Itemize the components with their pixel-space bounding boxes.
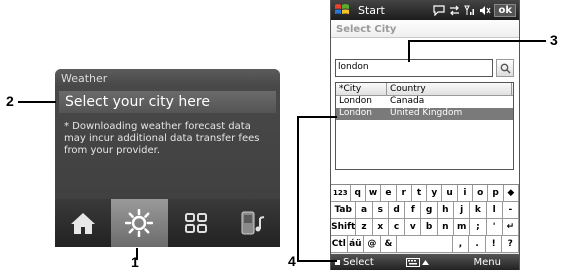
column-header-country[interactable]: Country xyxy=(387,83,512,95)
key-j[interactable]: j xyxy=(454,202,471,218)
key-q[interactable]: q xyxy=(350,185,366,201)
callout-line-4-horizontal-bottom xyxy=(297,260,337,262)
key-dash[interactable]: - xyxy=(502,202,520,218)
search-icon xyxy=(500,63,511,74)
key-x[interactable]: x xyxy=(372,219,389,235)
key-e[interactable]: e xyxy=(381,185,397,201)
key-n[interactable]: n xyxy=(437,219,454,235)
callout-line-3-horizontal xyxy=(408,40,546,42)
callout-3: 3 xyxy=(550,32,558,48)
bottom-tab-bar xyxy=(55,199,280,247)
windows-start-icon[interactable] xyxy=(334,3,350,17)
keyboard-row-3: Shift z x c v b n m ; ' ↵ xyxy=(331,219,520,236)
key-question[interactable]: ? xyxy=(502,236,519,252)
column-header-city[interactable]: *City xyxy=(336,83,387,95)
soft-keyboard: 123 q w e r t y u i o p ◆ Tab a s d f g … xyxy=(331,184,520,255)
key-w[interactable]: w xyxy=(365,185,382,201)
data-fee-note: * Downloading weather forecast data may … xyxy=(64,121,260,156)
search-button[interactable] xyxy=(496,59,514,77)
status-bar: Start ok xyxy=(331,0,519,20)
callout-line-2 xyxy=(18,101,56,103)
callout-line-4-horizontal-top xyxy=(297,116,337,118)
caret-up-icon xyxy=(422,259,430,265)
key-f[interactable]: f xyxy=(405,202,422,218)
key-v[interactable]: v xyxy=(405,219,422,235)
key-d[interactable]: d xyxy=(388,202,406,218)
tab-weather[interactable] xyxy=(111,199,168,247)
key-accents[interactable]: áü xyxy=(347,236,365,252)
signal-strength-icon[interactable] xyxy=(464,5,475,16)
volume-icon[interactable] xyxy=(479,5,491,16)
callout-line-4-vertical xyxy=(297,116,299,261)
key-space[interactable] xyxy=(397,236,453,252)
key-semicolon[interactable]: ; xyxy=(470,219,487,235)
phone-music-icon xyxy=(241,211,265,235)
ok-button[interactable]: ok xyxy=(494,3,516,17)
key-backspace[interactable]: ◆ xyxy=(503,185,520,201)
key-o[interactable]: o xyxy=(473,185,489,201)
weather-panel-header: Weather xyxy=(55,69,280,87)
key-p[interactable]: p xyxy=(488,185,504,201)
home-icon xyxy=(71,213,96,234)
select-softkey[interactable]: Select xyxy=(335,257,390,268)
tab-phone-music[interactable] xyxy=(224,199,280,247)
key-b[interactable]: b xyxy=(421,219,438,235)
callout-4: 4 xyxy=(287,253,297,269)
key-l[interactable]: l xyxy=(486,202,503,218)
key-period[interactable]: . xyxy=(469,236,486,252)
callout-line-3-vertical xyxy=(408,40,410,62)
key-enter[interactable]: ↵ xyxy=(502,219,520,235)
key-t[interactable]: t xyxy=(411,185,428,201)
city-search-input[interactable]: london xyxy=(335,59,493,77)
grid-icon xyxy=(184,213,207,233)
weather-sun-icon xyxy=(125,209,154,237)
page-title: Select City xyxy=(331,20,519,38)
key-at[interactable]: @ xyxy=(364,236,381,252)
keyboard-icon xyxy=(406,257,421,267)
start-label[interactable]: Start xyxy=(358,4,385,17)
tab-grid[interactable] xyxy=(168,199,224,247)
key-apostrophe[interactable]: ' xyxy=(486,219,503,235)
key-tab[interactable]: Tab xyxy=(331,202,357,218)
key-comma[interactable]: , xyxy=(452,236,470,252)
key-i[interactable]: i xyxy=(457,185,474,201)
key-k[interactable]: k xyxy=(470,202,487,218)
key-s[interactable]: s xyxy=(372,202,389,218)
keyboard-row-2: Tab a s d f g h j k l - xyxy=(331,202,520,219)
key-ampersand[interactable]: & xyxy=(380,236,398,252)
key-ctl[interactable]: Ctl xyxy=(331,236,348,252)
key-g[interactable]: g xyxy=(421,202,438,218)
list-item[interactable]: London Canada xyxy=(336,96,513,108)
key-h[interactable]: h xyxy=(437,202,454,218)
keyboard-row-4: Ctl áü @ & , . ! ? xyxy=(331,236,519,253)
key-u[interactable]: u xyxy=(442,185,458,201)
softkey-bar: Select Menu xyxy=(331,254,519,270)
tab-home[interactable] xyxy=(55,199,111,247)
key-m[interactable]: m xyxy=(454,219,471,235)
menu-softkey[interactable]: Menu xyxy=(446,257,515,268)
search-row: london xyxy=(335,59,514,77)
key-r[interactable]: r xyxy=(396,185,412,201)
key-123[interactable]: 123 xyxy=(331,185,351,201)
key-y[interactable]: y xyxy=(427,185,443,201)
key-z[interactable]: z xyxy=(356,219,373,235)
list-header: *City Country xyxy=(336,83,513,96)
city-list: *City Country London Canada London Unite… xyxy=(335,82,514,170)
key-c[interactable]: c xyxy=(388,219,406,235)
key-a[interactable]: a xyxy=(356,202,373,218)
keyboard-row-1: 123 q w e r t y u i o p ◆ xyxy=(331,185,520,202)
callout-1: 1 xyxy=(131,254,139,270)
sync-arrows-icon[interactable] xyxy=(449,5,460,16)
input-panel-button[interactable] xyxy=(390,257,445,267)
list-item-selected[interactable]: London United Kingdom xyxy=(336,108,513,120)
select-softkey-label: Select xyxy=(343,256,374,268)
select-city-link[interactable]: Select your city here xyxy=(59,91,276,113)
message-bubble-icon[interactable] xyxy=(433,4,446,16)
callout-2: 2 xyxy=(6,93,14,109)
key-shift[interactable]: Shift xyxy=(331,219,357,235)
weather-panel: Weather Select your city here * Download… xyxy=(55,69,280,247)
key-exclamation[interactable]: ! xyxy=(485,236,503,252)
